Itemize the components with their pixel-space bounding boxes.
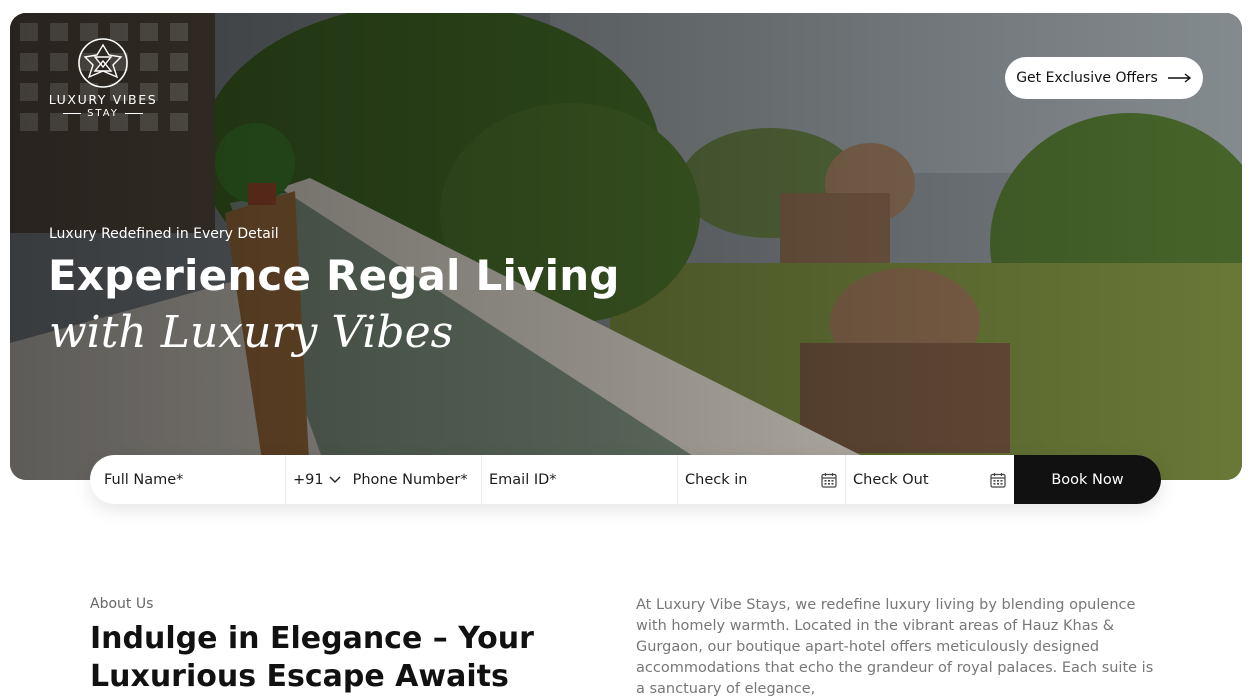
booking-form: Full Name* +91 Phone Number* Email ID* C… [90, 455, 1161, 504]
country-code-value: +91 [293, 471, 324, 488]
calendar-icon [821, 472, 837, 488]
hero-banner: LUXURY VIBES STAY Get Exclusive Offers L… [10, 13, 1242, 480]
full-name-placeholder: Full Name* [104, 471, 184, 488]
country-code-select[interactable]: +91 [293, 472, 341, 488]
check-out-field[interactable]: Check Out [846, 455, 1014, 504]
email-field[interactable]: Email ID* [482, 455, 678, 504]
about-description: At Luxury Vibe Stays, we redefine luxury… [636, 597, 1154, 697]
check-out-placeholder: Check Out [853, 471, 929, 488]
check-in-placeholder: Check in [685, 471, 748, 488]
about-title: Indulge in Elegance – Your Luxurious Esc… [90, 621, 534, 694]
brand-name: LUXURY VIBES [48, 92, 158, 107]
brand-sub-text: STAY [87, 108, 119, 119]
book-now-button[interactable]: Book Now [1014, 455, 1161, 504]
phone-placeholder: Phone Number* [352, 471, 468, 488]
calendar-icon [990, 472, 1006, 488]
about-section-label: About Us [90, 596, 154, 612]
full-name-field[interactable]: Full Name* [90, 455, 286, 504]
chevron-down-icon [329, 476, 341, 483]
brand-subtitle: STAY [48, 108, 158, 119]
arrow-right-icon [1167, 73, 1191, 83]
hero-headline: Experience Regal Living [48, 251, 620, 300]
exclusive-offers-button[interactable]: Get Exclusive Offers [1005, 57, 1203, 99]
email-placeholder: Email ID* [489, 471, 557, 488]
hero-headline-script: with Luxury Vibes [49, 307, 454, 358]
brand-logo[interactable]: LUXURY VIBES STAY [48, 37, 158, 119]
check-in-field[interactable]: Check in [678, 455, 846, 504]
book-now-label: Book Now [1051, 471, 1124, 488]
hero-tagline: Luxury Redefined in Every Detail [49, 226, 279, 242]
logo-emblem-icon [78, 38, 128, 88]
phone-field[interactable]: +91 Phone Number* [286, 455, 482, 504]
offers-button-label: Get Exclusive Offers [1016, 70, 1158, 86]
